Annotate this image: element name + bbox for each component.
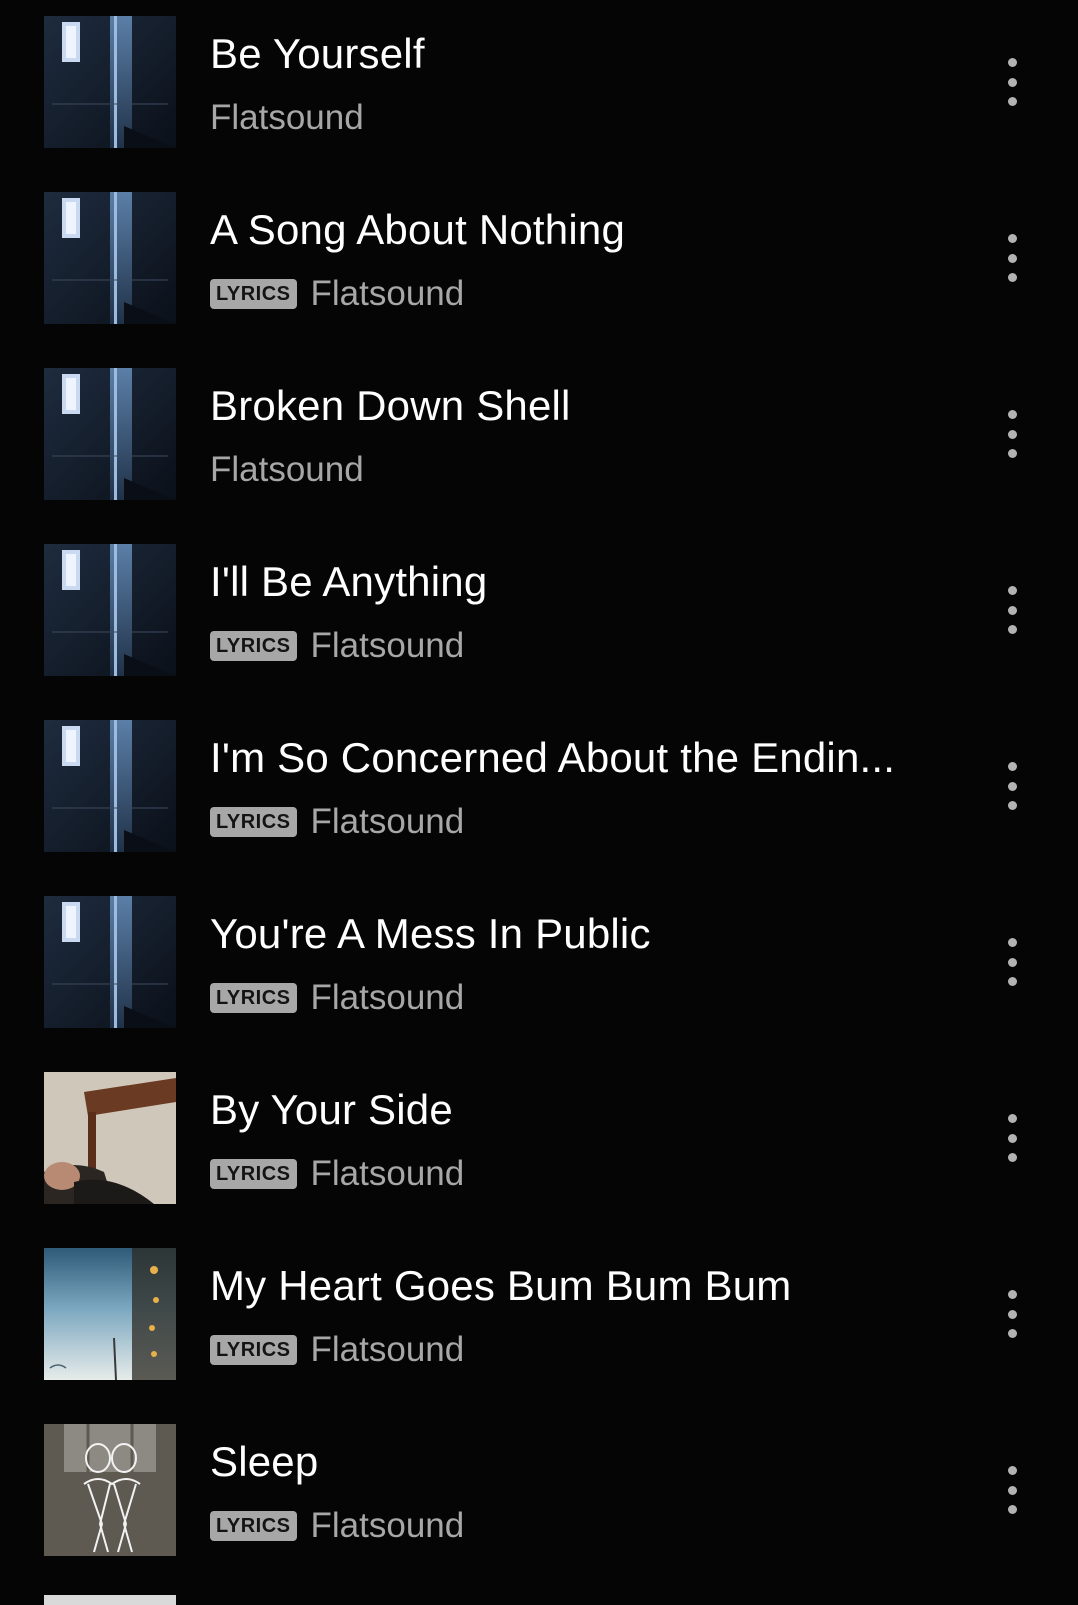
track-subline: LYRICS Flatsound (210, 1328, 464, 1372)
track-artist[interactable]: Flatsound (311, 272, 465, 316)
more-vertical-icon-dot (1007, 1309, 1017, 1319)
track-title: My Heart Goes Bum Bum Bum (210, 1262, 792, 1309)
more-vertical-icon-dot (1007, 1133, 1017, 1143)
track-row[interactable]: You're A Mess In Public LYRICS Flatsound (0, 880, 1078, 1056)
track-title: Sleep (210, 1438, 319, 1485)
more-vertical-icon-dot (1007, 1114, 1017, 1123)
track-row[interactable]: A Song About Nothing LYRICS Flatsound (0, 176, 1078, 352)
more-options-button[interactable] (990, 54, 1034, 110)
track-subline: LYRICS Flatsound (210, 976, 464, 1020)
track-row[interactable]: I'm So Concerned About the Endin... LYRIC… (0, 704, 1078, 880)
track-title: You're A Mess In Public (210, 910, 651, 957)
track-title: Be Yourself (210, 30, 425, 77)
track-subline: LYRICS Flatsound (210, 624, 464, 668)
track-title: I'll Be Anything (210, 558, 488, 605)
more-vertical-icon-dot (1007, 1505, 1017, 1514)
track-subline: LYRICS Flatsound (210, 800, 464, 844)
album-cover (44, 1072, 176, 1204)
more-vertical-icon-dot (1007, 410, 1017, 419)
lyrics-badge: LYRICS (210, 1335, 297, 1365)
track-subline: LYRICS Flatsound (210, 272, 464, 316)
album-cover (44, 368, 176, 500)
lyrics-badge: LYRICS (210, 279, 297, 309)
lyrics-badge: LYRICS (210, 807, 297, 837)
track-artist[interactable]: Flatsound (311, 800, 465, 844)
track-artist[interactable]: Flatsound (311, 1152, 465, 1196)
more-vertical-icon-dot (1007, 625, 1017, 634)
track-subline: LYRICS Flatsound (210, 1152, 464, 1196)
more-vertical-icon-dot (1007, 429, 1017, 439)
track-row[interactable]: Be Yourself Flatsound (0, 0, 1078, 176)
lyrics-badge: LYRICS (210, 1159, 297, 1189)
more-options-button[interactable] (990, 934, 1034, 990)
more-vertical-icon-dot (1007, 1153, 1017, 1162)
album-cover (44, 1424, 176, 1556)
more-options-button[interactable] (990, 230, 1034, 286)
track-artist[interactable]: Flatsound (311, 624, 465, 668)
more-vertical-icon-dot (1007, 586, 1017, 595)
track-row[interactable]: Sleep LYRICS Flatsound (0, 1408, 1078, 1584)
more-vertical-icon-dot (1007, 1485, 1017, 1495)
more-vertical-icon-dot (1007, 449, 1017, 458)
album-cover (44, 544, 176, 676)
lyrics-badge: LYRICS (210, 1511, 297, 1541)
more-vertical-icon-dot (1007, 1329, 1017, 1338)
track-artist[interactable]: Flatsound (311, 1504, 465, 1548)
more-vertical-icon-dot (1007, 1466, 1017, 1475)
track-artist[interactable]: Flatsound (210, 96, 364, 140)
album-cover (44, 896, 176, 1028)
track-subline: Flatsound (210, 96, 364, 140)
next-track-cover-peek[interactable] (44, 1595, 176, 1605)
more-vertical-icon-dot (1007, 58, 1017, 67)
more-vertical-icon-dot (1007, 1290, 1017, 1299)
track-row[interactable]: My Heart Goes Bum Bum Bum LYRICS Flatsound (0, 1232, 1078, 1408)
track-title: I'm So Concerned About the Endin... (210, 734, 896, 781)
track-subline: Flatsound (210, 448, 364, 492)
track-row[interactable]: Broken Down Shell Flatsound (0, 352, 1078, 528)
more-vertical-icon-dot (1007, 781, 1017, 791)
more-vertical-icon-dot (1007, 762, 1017, 771)
more-vertical-icon-dot (1007, 234, 1017, 243)
more-options-button[interactable] (990, 1462, 1034, 1518)
more-vertical-icon-dot (1007, 938, 1017, 947)
track-artist[interactable]: Flatsound (210, 448, 364, 492)
more-options-button[interactable] (990, 758, 1034, 814)
track-subline: LYRICS Flatsound (210, 1504, 464, 1548)
track-row[interactable]: I'll Be Anything LYRICS Flatsound (0, 528, 1078, 704)
more-options-button[interactable] (990, 1286, 1034, 1342)
track-artist[interactable]: Flatsound (311, 976, 465, 1020)
album-cover (44, 16, 176, 148)
more-vertical-icon-dot (1007, 253, 1017, 263)
track-title: Broken Down Shell (210, 382, 571, 429)
more-options-button[interactable] (990, 1110, 1034, 1166)
more-vertical-icon-dot (1007, 957, 1017, 967)
track-title: By Your Side (210, 1086, 453, 1133)
lyrics-badge: LYRICS (210, 983, 297, 1013)
more-vertical-icon-dot (1007, 97, 1017, 106)
track-artist[interactable]: Flatsound (311, 1328, 465, 1372)
album-cover (44, 720, 176, 852)
more-vertical-icon-dot (1007, 77, 1017, 87)
lyrics-badge: LYRICS (210, 631, 297, 661)
track-list: Be Yourself Flatsound A Song About Nothing… (0, 0, 1078, 1584)
track-row[interactable]: By Your Side LYRICS Flatsound (0, 1056, 1078, 1232)
more-vertical-icon-dot (1007, 605, 1017, 615)
more-options-button[interactable] (990, 406, 1034, 462)
track-title: A Song About Nothing (210, 206, 625, 253)
more-options-button[interactable] (990, 582, 1034, 638)
more-vertical-icon-dot (1007, 273, 1017, 282)
more-vertical-icon-dot (1007, 801, 1017, 810)
more-vertical-icon-dot (1007, 977, 1017, 986)
album-cover (44, 1248, 176, 1380)
album-cover (44, 192, 176, 324)
